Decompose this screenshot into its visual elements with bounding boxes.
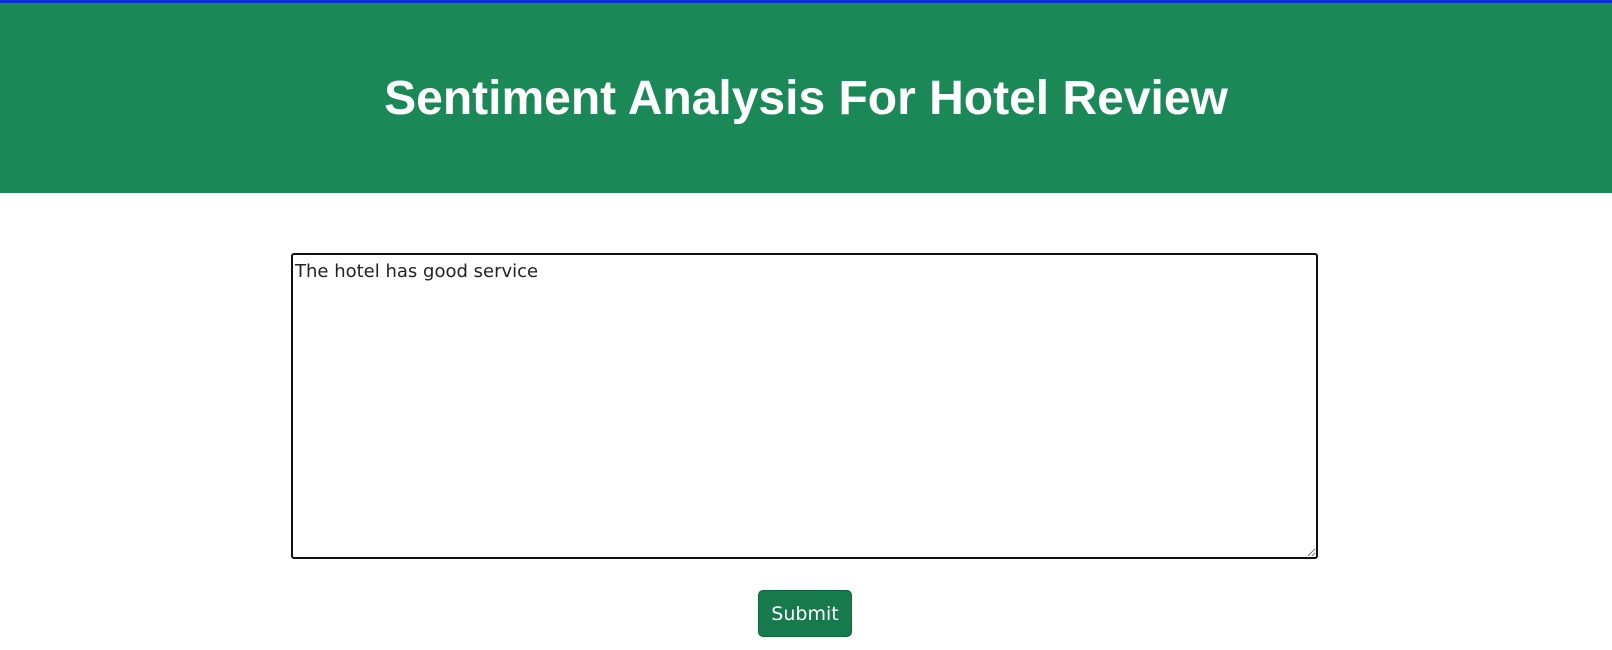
page-header: Sentiment Analysis For Hotel Review <box>0 3 1612 193</box>
review-textarea[interactable] <box>291 253 1318 559</box>
submit-button[interactable]: Submit <box>758 590 852 637</box>
page-title: Sentiment Analysis For Hotel Review <box>384 71 1228 125</box>
